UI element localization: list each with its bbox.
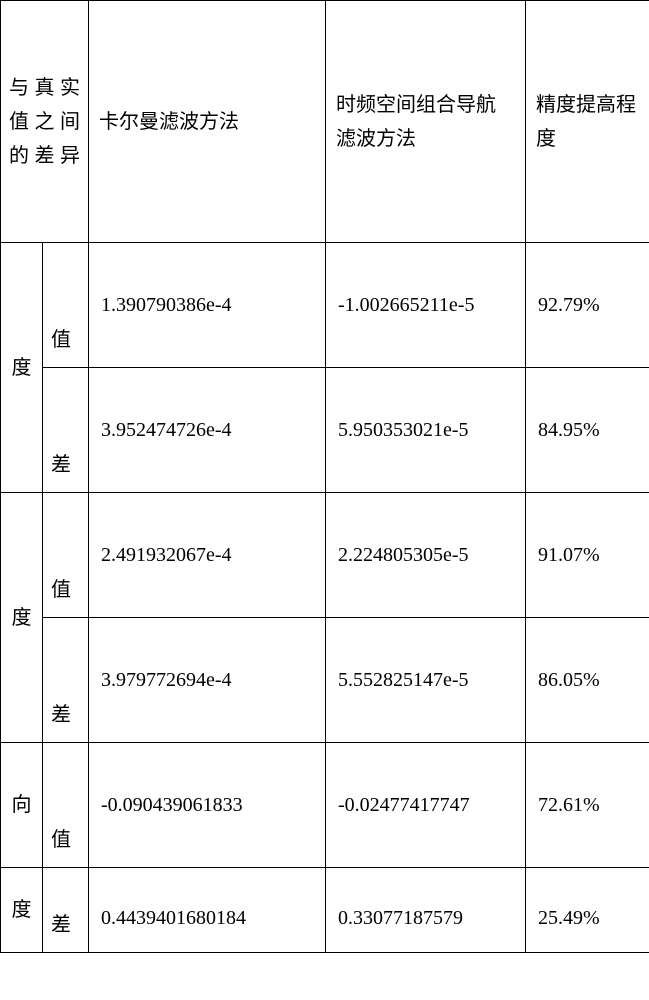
group-label: 度 — [1, 493, 43, 743]
sub-label: 差 — [43, 618, 89, 743]
cell-improv: 92.79% — [526, 243, 649, 368]
table-row: 度 值 1.390790386e-4 -1.002665211e-5 92.79… — [1, 243, 649, 368]
cell-improv: 72.61% — [526, 743, 649, 868]
group-label: 度 — [1, 868, 43, 953]
table-row: 向 值 -0.090439061833 -0.02477417747 72.61… — [1, 743, 649, 868]
comparison-table: 与真实值之间的差异 卡尔曼滤波方法 时频空间组合导航滤波方法 精度提高程度 度 … — [0, 0, 649, 953]
header-diff: 与真实值之间的差异 — [1, 1, 89, 243]
table-row: 度 值 2.491932067e-4 2.224805305e-5 91.07% — [1, 493, 649, 618]
cell-kalman: 1.390790386e-4 — [89, 243, 326, 368]
cell-tfsn: 5.552825147e-5 — [326, 618, 526, 743]
header-improv: 精度提高程度 — [526, 1, 649, 243]
table-header-row: 与真实值之间的差异 卡尔曼滤波方法 时频空间组合导航滤波方法 精度提高程度 — [1, 1, 649, 243]
cell-kalman: 3.952474726e-4 — [89, 368, 326, 493]
header-tfsn: 时频空间组合导航滤波方法 — [326, 1, 526, 243]
sub-label: 差 — [43, 368, 89, 493]
table-row: 度 差 0.4439401680184 0.33077187579 25.49% — [1, 868, 649, 953]
cell-tfsn: -0.02477417747 — [326, 743, 526, 868]
cell-improv: 91.07% — [526, 493, 649, 618]
cell-kalman: 2.491932067e-4 — [89, 493, 326, 618]
sub-label: 值 — [43, 243, 89, 368]
table-row: 差 3.952474726e-4 5.950353021e-5 84.95% — [1, 368, 649, 493]
group-label: 度 — [1, 243, 43, 493]
table-row: 差 3.979772694e-4 5.552825147e-5 86.05% — [1, 618, 649, 743]
cell-improv: 86.05% — [526, 618, 649, 743]
cell-tfsn: 2.224805305e-5 — [326, 493, 526, 618]
sub-label: 值 — [43, 743, 89, 868]
sub-label: 值 — [43, 493, 89, 618]
sub-label: 差 — [43, 868, 89, 953]
cell-kalman: 3.979772694e-4 — [89, 618, 326, 743]
cell-improv: 25.49% — [526, 868, 649, 953]
cell-tfsn: 5.950353021e-5 — [326, 368, 526, 493]
cell-tfsn: 0.33077187579 — [326, 868, 526, 953]
cell-kalman: -0.090439061833 — [89, 743, 326, 868]
cell-improv: 84.95% — [526, 368, 649, 493]
group-label: 向 — [1, 743, 43, 868]
header-kalman: 卡尔曼滤波方法 — [89, 1, 326, 243]
cell-kalman: 0.4439401680184 — [89, 868, 326, 953]
cell-tfsn: -1.002665211e-5 — [326, 243, 526, 368]
